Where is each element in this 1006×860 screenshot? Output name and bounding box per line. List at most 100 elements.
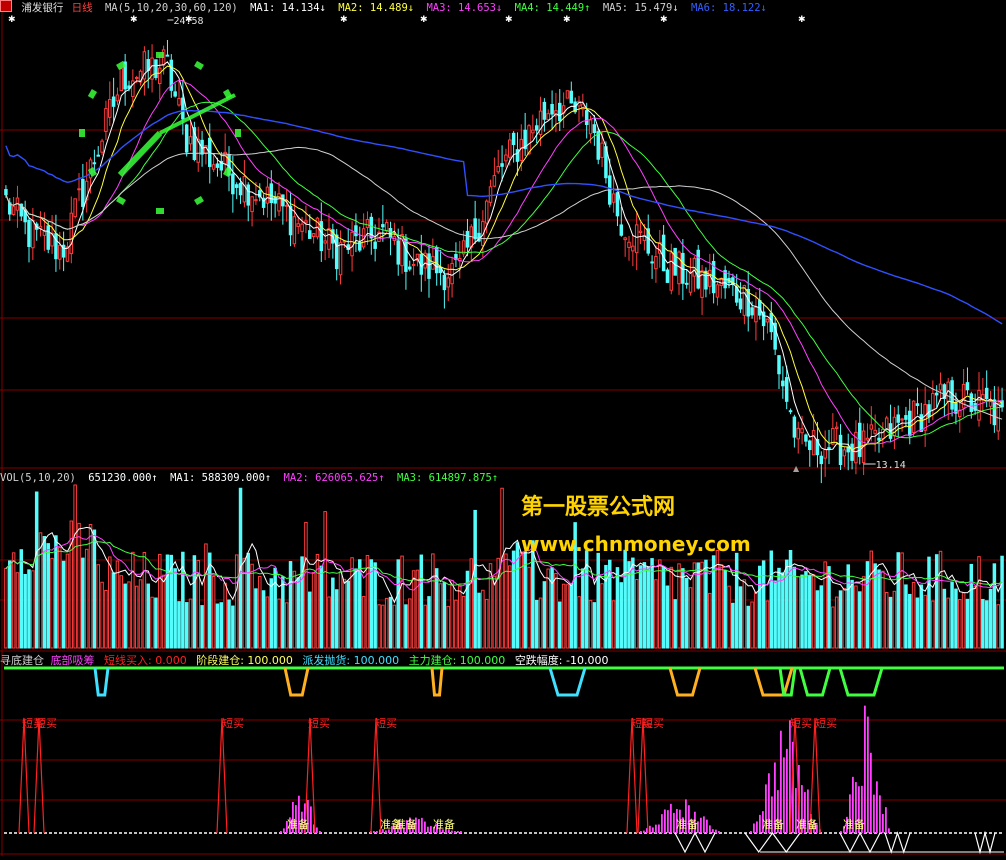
volume-bar: [592, 602, 597, 649]
accumulation-bar: [418, 819, 420, 833]
volume-bar: [900, 552, 904, 649]
ma6-value: MA6: 18.122↓: [691, 2, 767, 14]
accumulation-bar: [667, 810, 669, 833]
volume-bar: [431, 553, 435, 649]
candle-body: [969, 393, 974, 412]
stock-name[interactable]: 浦发银行: [21, 2, 63, 14]
volume-bar: [896, 552, 900, 649]
volume-bar: [427, 596, 431, 649]
volume-bar: [531, 540, 535, 649]
candle-body: [69, 212, 74, 255]
volume-bar: [381, 604, 385, 649]
candle-body: [384, 222, 389, 232]
event-marker: ✱: [505, 15, 513, 25]
chart-stage[interactable]: ✱ ✱ ✱ ✱ ✱ ✱ ✱ ✱ ✱ 24.58 13.14 ▲ 短买 短买 短买 短买 短买 短买 短买 短买 短买…: [0, 0, 1006, 856]
volume-bar: [808, 575, 812, 649]
volume-bar: [131, 551, 135, 649]
period-label[interactable]: 日线: [72, 2, 93, 14]
volume-bar: [654, 579, 658, 649]
event-marker: ✱: [8, 15, 16, 25]
candle-body: [42, 231, 47, 236]
volume-bar: [646, 566, 650, 649]
volume-bar: [661, 566, 666, 649]
candle-body: [165, 54, 170, 57]
candle-body: [504, 154, 508, 162]
candle-body: [896, 414, 900, 423]
volume-bar: [973, 585, 977, 649]
volume-bar: [992, 563, 997, 649]
candle-body: [304, 220, 308, 224]
volume-bar: [681, 568, 685, 649]
candle-body: [615, 192, 620, 217]
candle-body: [588, 119, 593, 135]
candle-body: [73, 198, 77, 218]
volume-bar: [869, 550, 874, 649]
accumulation-bar: [661, 814, 663, 833]
stock-chart[interactable]: ✱ ✱ ✱ ✱ ✱ ✱ ✱ ✱ ✱ 24.5813.14▲ 短买短买 短买 短买 短买 短买短买 短买 短买…: [0, 0, 1006, 856]
volume-bar: [692, 562, 697, 649]
candle-body: [492, 175, 497, 187]
volume-bar: [73, 484, 77, 649]
volume-bar: [481, 589, 485, 649]
volume-bar: [4, 567, 8, 649]
volume-bar: [742, 579, 747, 649]
volume-bar: [173, 568, 177, 649]
volume-bar: [946, 597, 950, 649]
volume-bar: [208, 552, 212, 649]
volume-bar: [911, 581, 916, 649]
volume-bar: [146, 583, 150, 649]
volume-bar: [734, 552, 739, 649]
volume-bar: [400, 555, 404, 649]
volume-bar: [115, 560, 120, 649]
volume-bar: [204, 543, 208, 649]
event-marker: ✱: [660, 15, 668, 25]
candle-body: [927, 404, 931, 418]
volume-bar: [596, 552, 600, 649]
candle-body: [638, 230, 643, 233]
buy-signal-label: 短买: [642, 716, 664, 730]
volume-bar: [611, 600, 616, 649]
volume-bar: [304, 521, 308, 649]
buy-signal-label: 短买: [790, 716, 812, 730]
volume-bar: [923, 594, 927, 649]
volume-bar: [108, 556, 112, 649]
accumulation-bar: [427, 826, 429, 833]
volume-bar: [384, 597, 389, 649]
main-header: 浦发银行 日线 MA(5,10,20,30,60,120) MA1: 14.13…: [0, 0, 773, 16]
accumulation-bar: [888, 828, 890, 833]
indicator-item6: 空跌幅度: -10.000: [514, 654, 609, 667]
volume-bar: [996, 604, 1000, 649]
volume-bar: [323, 511, 327, 649]
volume-bar: [523, 551, 527, 649]
candle-body: [96, 154, 100, 157]
volume-bar: [77, 522, 81, 649]
volume-bar: [84, 548, 89, 649]
candle-body: [323, 240, 327, 244]
volume-bar: [461, 595, 466, 649]
volume-bar: [888, 596, 893, 649]
candle-body: [54, 233, 58, 260]
accumulation-bar: [750, 831, 752, 833]
volume-bar: [231, 605, 235, 649]
prepare-signal-label: 准备: [796, 817, 818, 831]
watermark-title: 第一股票公式网: [521, 495, 676, 520]
candle-body: [696, 249, 700, 289]
volume-bar: [346, 580, 350, 649]
volume-bar: [784, 559, 789, 649]
candle-body: [704, 270, 708, 290]
volume-bar: [931, 600, 935, 649]
volume-bar: [411, 570, 416, 649]
candle-body: [188, 136, 193, 145]
clock-tick: [156, 208, 164, 214]
volume-bar: [719, 564, 724, 649]
indicator-name[interactable]: 寻底建仓: [0, 654, 44, 667]
volume-bar: [177, 601, 181, 649]
candle-body: [627, 241, 631, 248]
candle-body: [327, 228, 331, 250]
volume-bar: [184, 602, 189, 649]
candle-body: [984, 387, 989, 400]
volume-bar: [65, 553, 70, 649]
volume-bar: [981, 598, 985, 649]
volume-bar: [977, 556, 981, 649]
volume-bar: [192, 555, 197, 649]
